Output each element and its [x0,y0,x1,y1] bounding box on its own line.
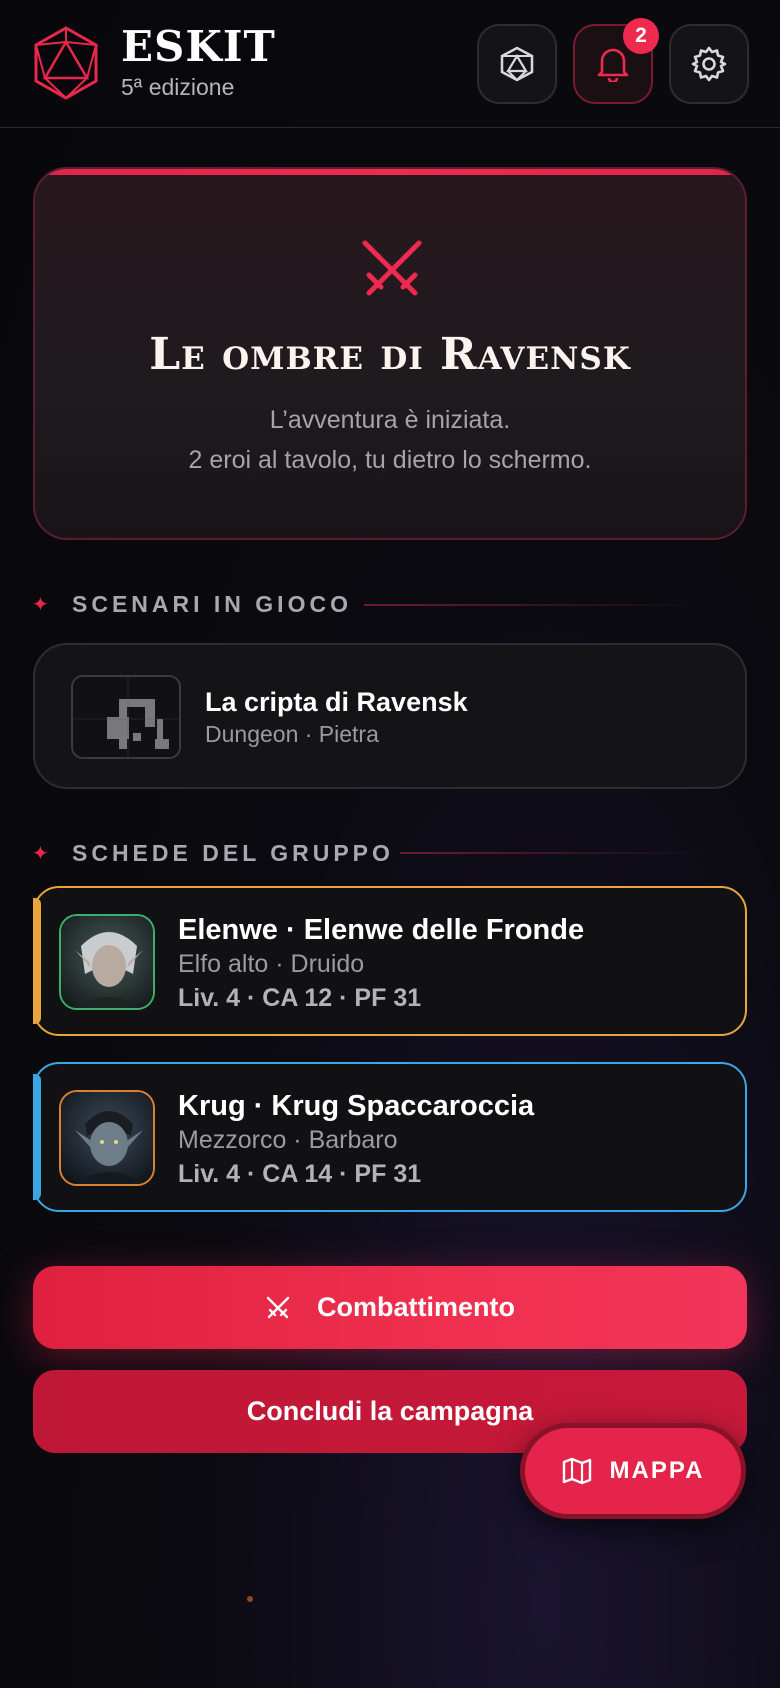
notifications-button[interactable]: 2 [573,18,659,104]
sparkle-icon: ✦ [32,594,49,616]
map-fab-button[interactable]: MAPPA [520,1423,746,1519]
campaign-party-summary: 2 eroi al tavolo, tu dietro lo schermo. [188,446,592,474]
character-race-class: Elfo alto · Druido [178,950,365,978]
character-name: Elenwe · Elenwe delle Fronde [178,914,585,946]
scenario-card[interactable]: La cripta di Ravensk Dungeon · Pietra [33,643,747,789]
scenario-subtitle: Dungeon · Pietra [205,721,379,747]
scenario-title: La cripta di Ravensk [205,687,468,717]
character-accent-bar [33,1074,41,1200]
character-card[interactable]: Elenwe · Elenwe delle Fronde Elfo alto ·… [33,886,747,1036]
crossed-swords-icon [362,240,422,296]
avatar [59,1090,155,1186]
dice-button[interactable] [477,24,557,104]
settings-button[interactable] [669,24,749,104]
character-card[interactable]: Krug · Krug Spaccaroccia Mezzorco · Barb… [33,1062,747,1212]
app-header: ESKIT 5ª edizione 2 [0,0,780,128]
sparkle-icon: ✦ [32,843,49,865]
notifications-badge: 2 [623,18,659,54]
campaign-title: Le ombre di Ravensk [149,329,631,380]
section-divider [400,852,710,854]
character-stats: Liv. 4 · CA 14 · PF 31 [178,1160,422,1188]
dungeon-map-thumbnail [71,675,181,759]
section-title-party: SCHEDE DEL GRUPPO [72,840,394,866]
character-race-class: Mezzorco · Barbaro [178,1126,398,1154]
map-icon [562,1457,591,1485]
app-edition: 5ª edizione [121,74,235,100]
gear-icon [691,46,727,82]
dice-icon [500,46,534,82]
hero-accent-bar [35,169,745,175]
d20-icon [34,26,98,100]
combat-button-label: Combattimento [317,1292,515,1322]
ember-particle [247,1596,253,1602]
character-accent-bar [33,898,41,1024]
combat-button[interactable]: Combattimento [33,1266,747,1349]
avatar [59,914,155,1010]
campaign-hero-card: Le ombre di Ravensk L’avventura è inizia… [33,167,747,540]
map-fab-label: MAPPA [609,1457,705,1484]
section-title-scenarios: SCENARI IN GIOCO [72,591,352,617]
end-campaign-label: Concludi la campagna [246,1396,534,1426]
crossed-swords-icon [266,1296,290,1318]
character-stats: Liv. 4 · CA 12 · PF 31 [178,984,422,1012]
bell-icon [597,48,629,82]
section-divider [364,604,710,606]
character-name: Krug · Krug Spaccaroccia [178,1090,535,1122]
app-title: ESKIT [121,22,276,71]
campaign-status: L’avventura è iniziata. [269,406,511,434]
